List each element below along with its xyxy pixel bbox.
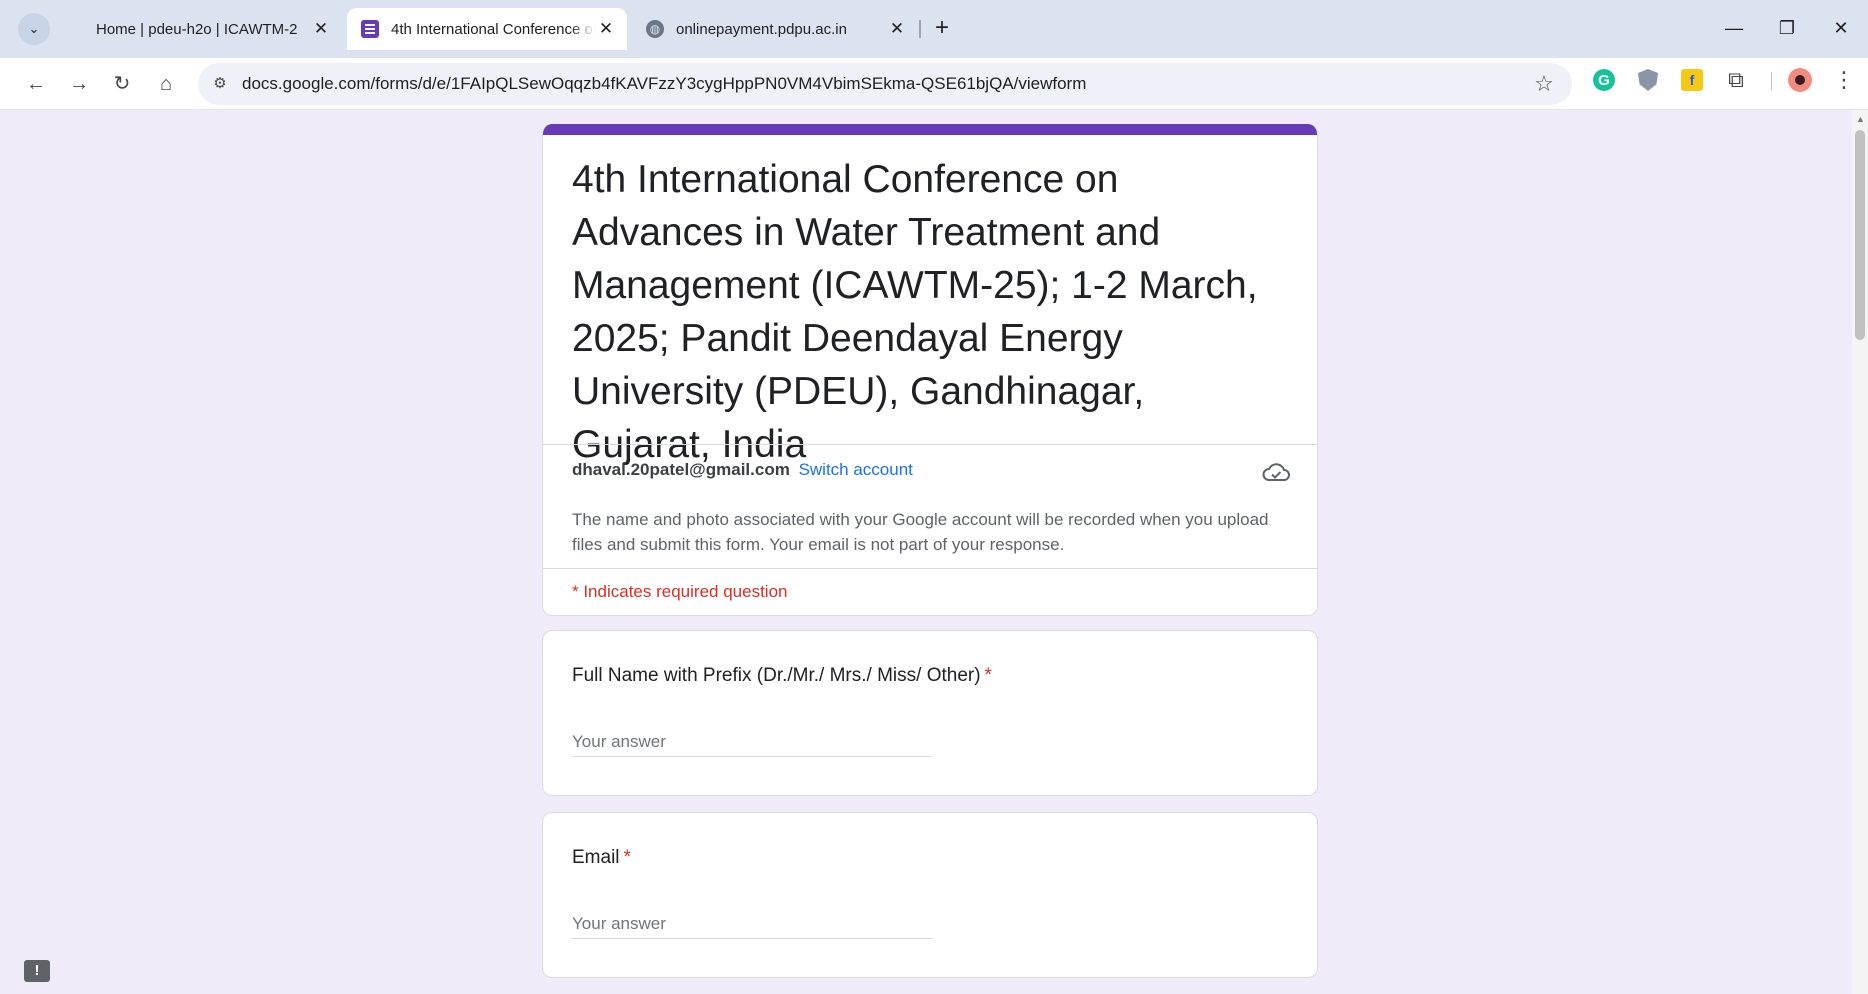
- theme-accent-bar: [543, 124, 1317, 135]
- question-text: Full Name with Prefix (Dr./Mr./ Mrs./ Mi…: [572, 665, 981, 686]
- form-header-card: 4th International Conference on Advances…: [542, 124, 1318, 616]
- back-button[interactable]: ←: [18, 66, 54, 102]
- required-asterisk: *: [623, 847, 631, 868]
- grammarly-icon[interactable]: G: [1590, 66, 1618, 94]
- email-input[interactable]: [572, 909, 932, 939]
- switch-account-link[interactable]: Switch account: [799, 460, 913, 479]
- account-row: dhaval.20patel@gmail.com Switch account: [572, 460, 913, 480]
- tab-online-payment[interactable]: ◍ onlinepayment.pdpu.ac.in ✕: [632, 8, 918, 50]
- page-viewport: 4th International Conference on Advances…: [0, 110, 1852, 994]
- google-forms-icon: [361, 20, 379, 38]
- tab-separator: [919, 20, 921, 38]
- puzzle-extensions-icon[interactable]: ⧉: [1722, 66, 1750, 94]
- grammarly-letter: G: [1593, 69, 1615, 91]
- tab-title: onlinepayment.pdpu.ac.in: [676, 20, 847, 38]
- address-bar[interactable]: ⚙ docs.google.com/forms/d/e/1FAIpQLSewOq…: [198, 63, 1572, 105]
- profile-avatar[interactable]: [1786, 66, 1814, 94]
- full-name-input[interactable]: [572, 727, 932, 757]
- restore-button[interactable]: ❐: [1764, 10, 1810, 46]
- new-tab-button[interactable]: +: [926, 12, 958, 46]
- required-note: * Indicates required question: [572, 582, 788, 601]
- shield-extension-icon[interactable]: [1634, 66, 1662, 94]
- cloud-saved-icon: [1262, 463, 1290, 481]
- tab-google-form[interactable]: 4th International Conference on ✕: [347, 8, 627, 50]
- account-email: dhaval.20patel@gmail.com: [572, 460, 790, 479]
- vertical-scrollbar[interactable]: ▲: [1852, 110, 1868, 994]
- question-label: Full Name with Prefix (Dr./Mr./ Mrs./ Mi…: [572, 665, 992, 687]
- tab-title: 4th International Conference on: [391, 20, 595, 38]
- url-text[interactable]: docs.google.com/forms/d/e/1FAIpQLSewOqqz…: [242, 74, 1086, 94]
- browser-toolbar: ← → ↻ ⌂ ⚙ docs.google.com/forms/d/e/1FAI…: [0, 58, 1868, 110]
- reload-button[interactable]: ↻: [104, 66, 140, 102]
- question-card-email: Email *: [542, 812, 1318, 978]
- forward-button[interactable]: →: [61, 66, 97, 102]
- globe-icon: ◍: [646, 20, 664, 38]
- scroll-thumb[interactable]: [1855, 130, 1865, 340]
- divider: [543, 568, 1317, 569]
- menu-icon[interactable]: ⋮: [1830, 66, 1858, 94]
- tab-pdeu-home[interactable]: Home | pdeu-h2o | ICAWTM-25 ✕: [64, 8, 342, 50]
- puzzle-glyph: ⧉: [1728, 67, 1744, 92]
- chevron-down-icon: ⌄: [28, 21, 40, 36]
- flipkart-icon[interactable]: f: [1678, 66, 1706, 94]
- scroll-up-arrow-icon[interactable]: ▲: [1856, 114, 1865, 124]
- home-button[interactable]: ⌂: [148, 66, 184, 102]
- account-notice: The name and photo associated with your …: [572, 510, 1269, 554]
- close-icon[interactable]: ✕: [595, 18, 617, 40]
- form-title: 4th International Conference on Advances…: [572, 158, 1258, 466]
- question-label: Email *: [572, 847, 631, 869]
- close-icon[interactable]: ✕: [310, 18, 332, 40]
- bookmark-star-icon[interactable]: ☆: [1530, 70, 1558, 98]
- close-icon[interactable]: ✕: [886, 18, 908, 40]
- divider: [543, 444, 1317, 445]
- window-close-button[interactable]: ✕: [1818, 10, 1864, 46]
- tab-search-button[interactable]: ⌄: [18, 13, 50, 45]
- toolbar-divider: [1771, 72, 1772, 90]
- flipkart-letter: f: [1681, 69, 1703, 91]
- required-asterisk: *: [984, 665, 992, 686]
- tab-strip: ⌄ Home | pdeu-h2o | ICAWTM-25 ✕ 4th Inte…: [0, 0, 1868, 58]
- kebab-menu-glyph: ⋮: [1833, 67, 1855, 92]
- question-text: Email: [572, 847, 620, 868]
- tab-title: Home | pdeu-h2o | ICAWTM-25: [96, 20, 298, 38]
- feedback-icon[interactable]: !: [24, 960, 50, 982]
- minimize-button[interactable]: —: [1711, 10, 1757, 46]
- question-card-full-name: Full Name with Prefix (Dr./Mr./ Mrs./ Mi…: [542, 630, 1318, 796]
- site-info-icon[interactable]: ⚙: [208, 72, 232, 96]
